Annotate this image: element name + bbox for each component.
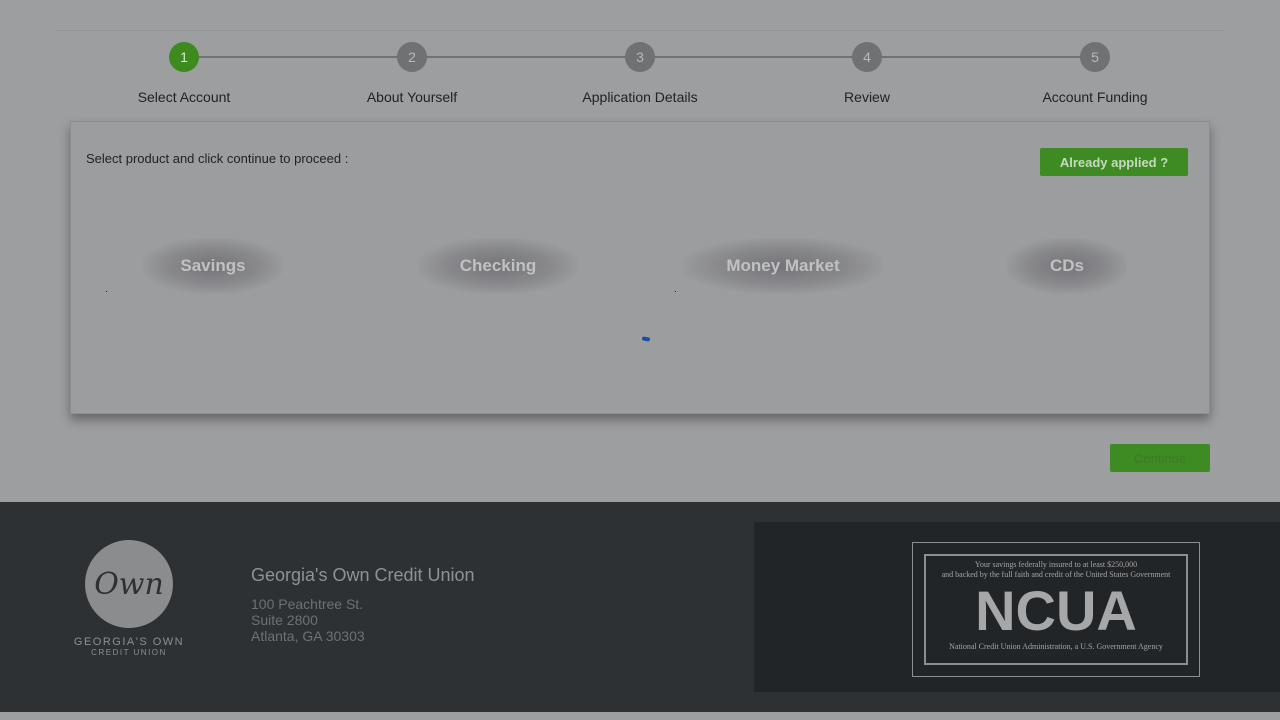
product-cds[interactable]: CDs	[1007, 238, 1127, 294]
address-line: Atlanta, GA 30303	[251, 628, 365, 644]
step-label: Review	[844, 89, 890, 105]
step-number: 5	[1080, 42, 1110, 72]
step-application-details[interactable]: 3 Application Details	[540, 42, 740, 105]
radio-marker	[675, 291, 676, 292]
georgias-own-logo[interactable]: Own GEORGIA'S OWN CREDIT UNION	[70, 540, 188, 657]
loading-spinner-icon	[641, 336, 651, 342]
step-select-account[interactable]: 1 Select Account	[84, 42, 284, 105]
address-block: 100 Peachtree St. Suite 2800 Atlanta, GA…	[251, 596, 365, 644]
ncua-agency-text: National Credit Union Administration, a …	[949, 642, 1163, 651]
logo-name: GEORGIA'S OWN	[73, 636, 185, 648]
already-applied-button[interactable]: Already applied ?	[1040, 148, 1188, 176]
site-footer: Own GEORGIA'S OWN CREDIT UNION Georgia's…	[0, 502, 1280, 712]
continue-button[interactable]: Continue	[1110, 444, 1210, 472]
radio-marker	[106, 291, 107, 292]
ncua-title: NCUA	[975, 579, 1137, 642]
progress-stepper: 1 Select Account 2 About Yourself 3 Appl…	[0, 0, 1280, 120]
step-number: 4	[852, 42, 882, 72]
product-money-market[interactable]: Money Market	[683, 238, 883, 294]
step-number: 1	[169, 42, 199, 72]
step-review[interactable]: 4 Review	[767, 42, 967, 105]
address-line: Suite 2800	[251, 612, 318, 628]
product-selection-panel: Select product and click continue to pro…	[70, 121, 1210, 414]
step-label: Application Details	[582, 89, 698, 105]
step-about-yourself[interactable]: 2 About Yourself	[312, 42, 512, 105]
step-label: Select Account	[137, 89, 231, 105]
product-savings[interactable]: Savings	[143, 238, 283, 294]
ncua-badge-inner: Your savings federally insured to at lea…	[924, 554, 1188, 665]
ncua-badge[interactable]: Your savings federally insured to at lea…	[912, 542, 1200, 677]
step-label: Account Funding	[1042, 89, 1148, 105]
ncua-insured-text: Your savings federally insured to at lea…	[974, 560, 1138, 569]
address-line: 100 Peachtree St.	[251, 596, 364, 612]
step-number: 3	[625, 42, 655, 72]
org-name: Georgia's Own Credit Union	[251, 565, 475, 585]
ncua-panel: Your savings federally insured to at lea…	[754, 522, 1280, 692]
instruction-text: Select product and click continue to pro…	[86, 151, 349, 166]
bottom-strip	[0, 712, 1280, 720]
logo-subname: CREDIT UNION	[91, 648, 167, 657]
step-number: 2	[397, 42, 427, 72]
step-label: About Yourself	[366, 89, 458, 105]
logo-mark-icon: Own	[85, 540, 173, 628]
product-checking[interactable]: Checking	[418, 238, 578, 294]
step-account-funding[interactable]: 5 Account Funding	[995, 42, 1195, 105]
